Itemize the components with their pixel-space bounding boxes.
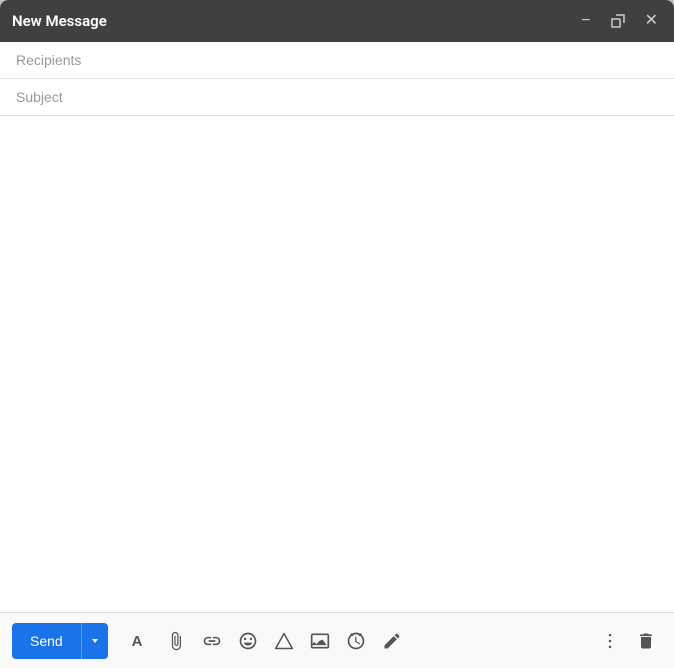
formatting-icon[interactable]: A: [124, 627, 156, 655]
svg-text:A: A: [131, 633, 142, 650]
toolbar-icons: A: [124, 627, 594, 655]
window-controls: − ✕: [577, 11, 662, 31]
body-textarea[interactable]: [16, 128, 658, 600]
send-dropdown-button[interactable]: [81, 623, 108, 659]
subject-field-row: [0, 79, 674, 116]
signature-icon[interactable]: [376, 627, 408, 655]
timer-icon[interactable]: [340, 627, 372, 655]
send-button[interactable]: Send: [12, 623, 81, 659]
attach-icon[interactable]: [160, 627, 192, 655]
toolbar: Send A: [0, 612, 674, 668]
delete-button[interactable]: [630, 627, 662, 655]
recipients-input[interactable]: [16, 52, 658, 68]
link-icon[interactable]: [196, 627, 228, 655]
close-button[interactable]: ✕: [641, 11, 662, 31]
maximize-button[interactable]: [607, 12, 629, 30]
photo-icon[interactable]: [304, 627, 336, 655]
window-title: New Message: [12, 12, 107, 30]
compose-window: New Message − ✕ Send: [0, 0, 674, 668]
more-options-button[interactable]: [594, 627, 626, 655]
minimize-button[interactable]: −: [577, 11, 594, 31]
drive-icon[interactable]: [268, 627, 300, 655]
recipients-field-row: [0, 42, 674, 79]
titlebar: New Message − ✕: [0, 0, 674, 42]
emoji-icon[interactable]: [232, 627, 264, 655]
subject-input[interactable]: [16, 89, 658, 105]
toolbar-right: [594, 627, 662, 655]
send-group: Send: [12, 623, 108, 659]
body-area: [0, 116, 674, 612]
